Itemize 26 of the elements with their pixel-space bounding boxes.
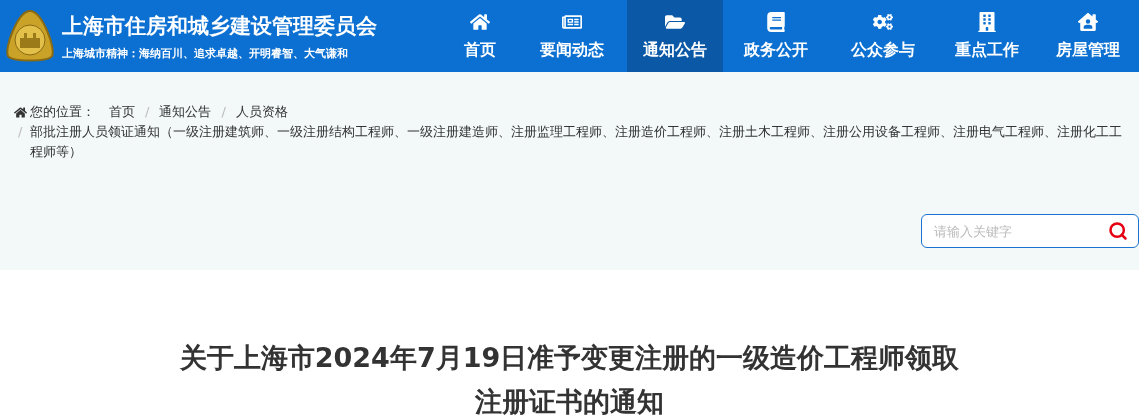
book-icon xyxy=(766,11,786,32)
house-user-icon xyxy=(1078,11,1098,32)
site-slogan: 上海城市精神：海纳百川、追求卓越、开明睿智、大气谦和 xyxy=(62,45,349,61)
breadcrumb-separator: / xyxy=(18,123,23,141)
home-icon xyxy=(14,105,27,119)
breadcrumb-link[interactable]: 人员资格 xyxy=(235,102,288,122)
nav-tab[interactable]: 重点工作 xyxy=(937,0,1037,72)
breadcrumb-link[interactable]: 部批注册人员领证通知（一级注册建筑师、一级注册结构工程师、一级注册建造师、注册监理工程师、注册造价工程师、注册土木工程师、注册公用设备工程师、注册电气工程师、注册化工工程师等） xyxy=(30,122,1127,162)
article-title: 关于上海市2024年7月19日准予变更注册的一级造价工程师领取注册证书的通知 xyxy=(178,341,961,419)
search-icon[interactable] xyxy=(1108,221,1128,241)
nav-tab[interactable]: 房屋管理 xyxy=(1037,0,1139,72)
house-icon xyxy=(470,11,490,32)
breadcrumb-separator: / xyxy=(145,103,150,121)
nav-tab[interactable]: 要闻动态 xyxy=(517,0,627,72)
site-title: 上海市住房和城乡建设管理委员会 xyxy=(62,12,377,40)
location-label: 您的位置： xyxy=(30,103,95,121)
gears-icon xyxy=(873,11,893,32)
nav-tab[interactable]: 政务公开 xyxy=(723,0,829,72)
breadcrumb-link[interactable]: 首页 xyxy=(109,102,135,122)
building-icon xyxy=(977,11,997,32)
nav-tab[interactable]: 公众参与 xyxy=(829,0,937,72)
breadcrumb-separator: / xyxy=(221,103,226,121)
nav-tab[interactable]: 首页 xyxy=(443,0,517,72)
search-bar[interactable]: 请输入关键字 xyxy=(921,214,1139,248)
nav-tab[interactable]: 通知公告 xyxy=(627,0,723,72)
breadcrumb-link[interactable]: 通知公告 xyxy=(159,102,212,122)
